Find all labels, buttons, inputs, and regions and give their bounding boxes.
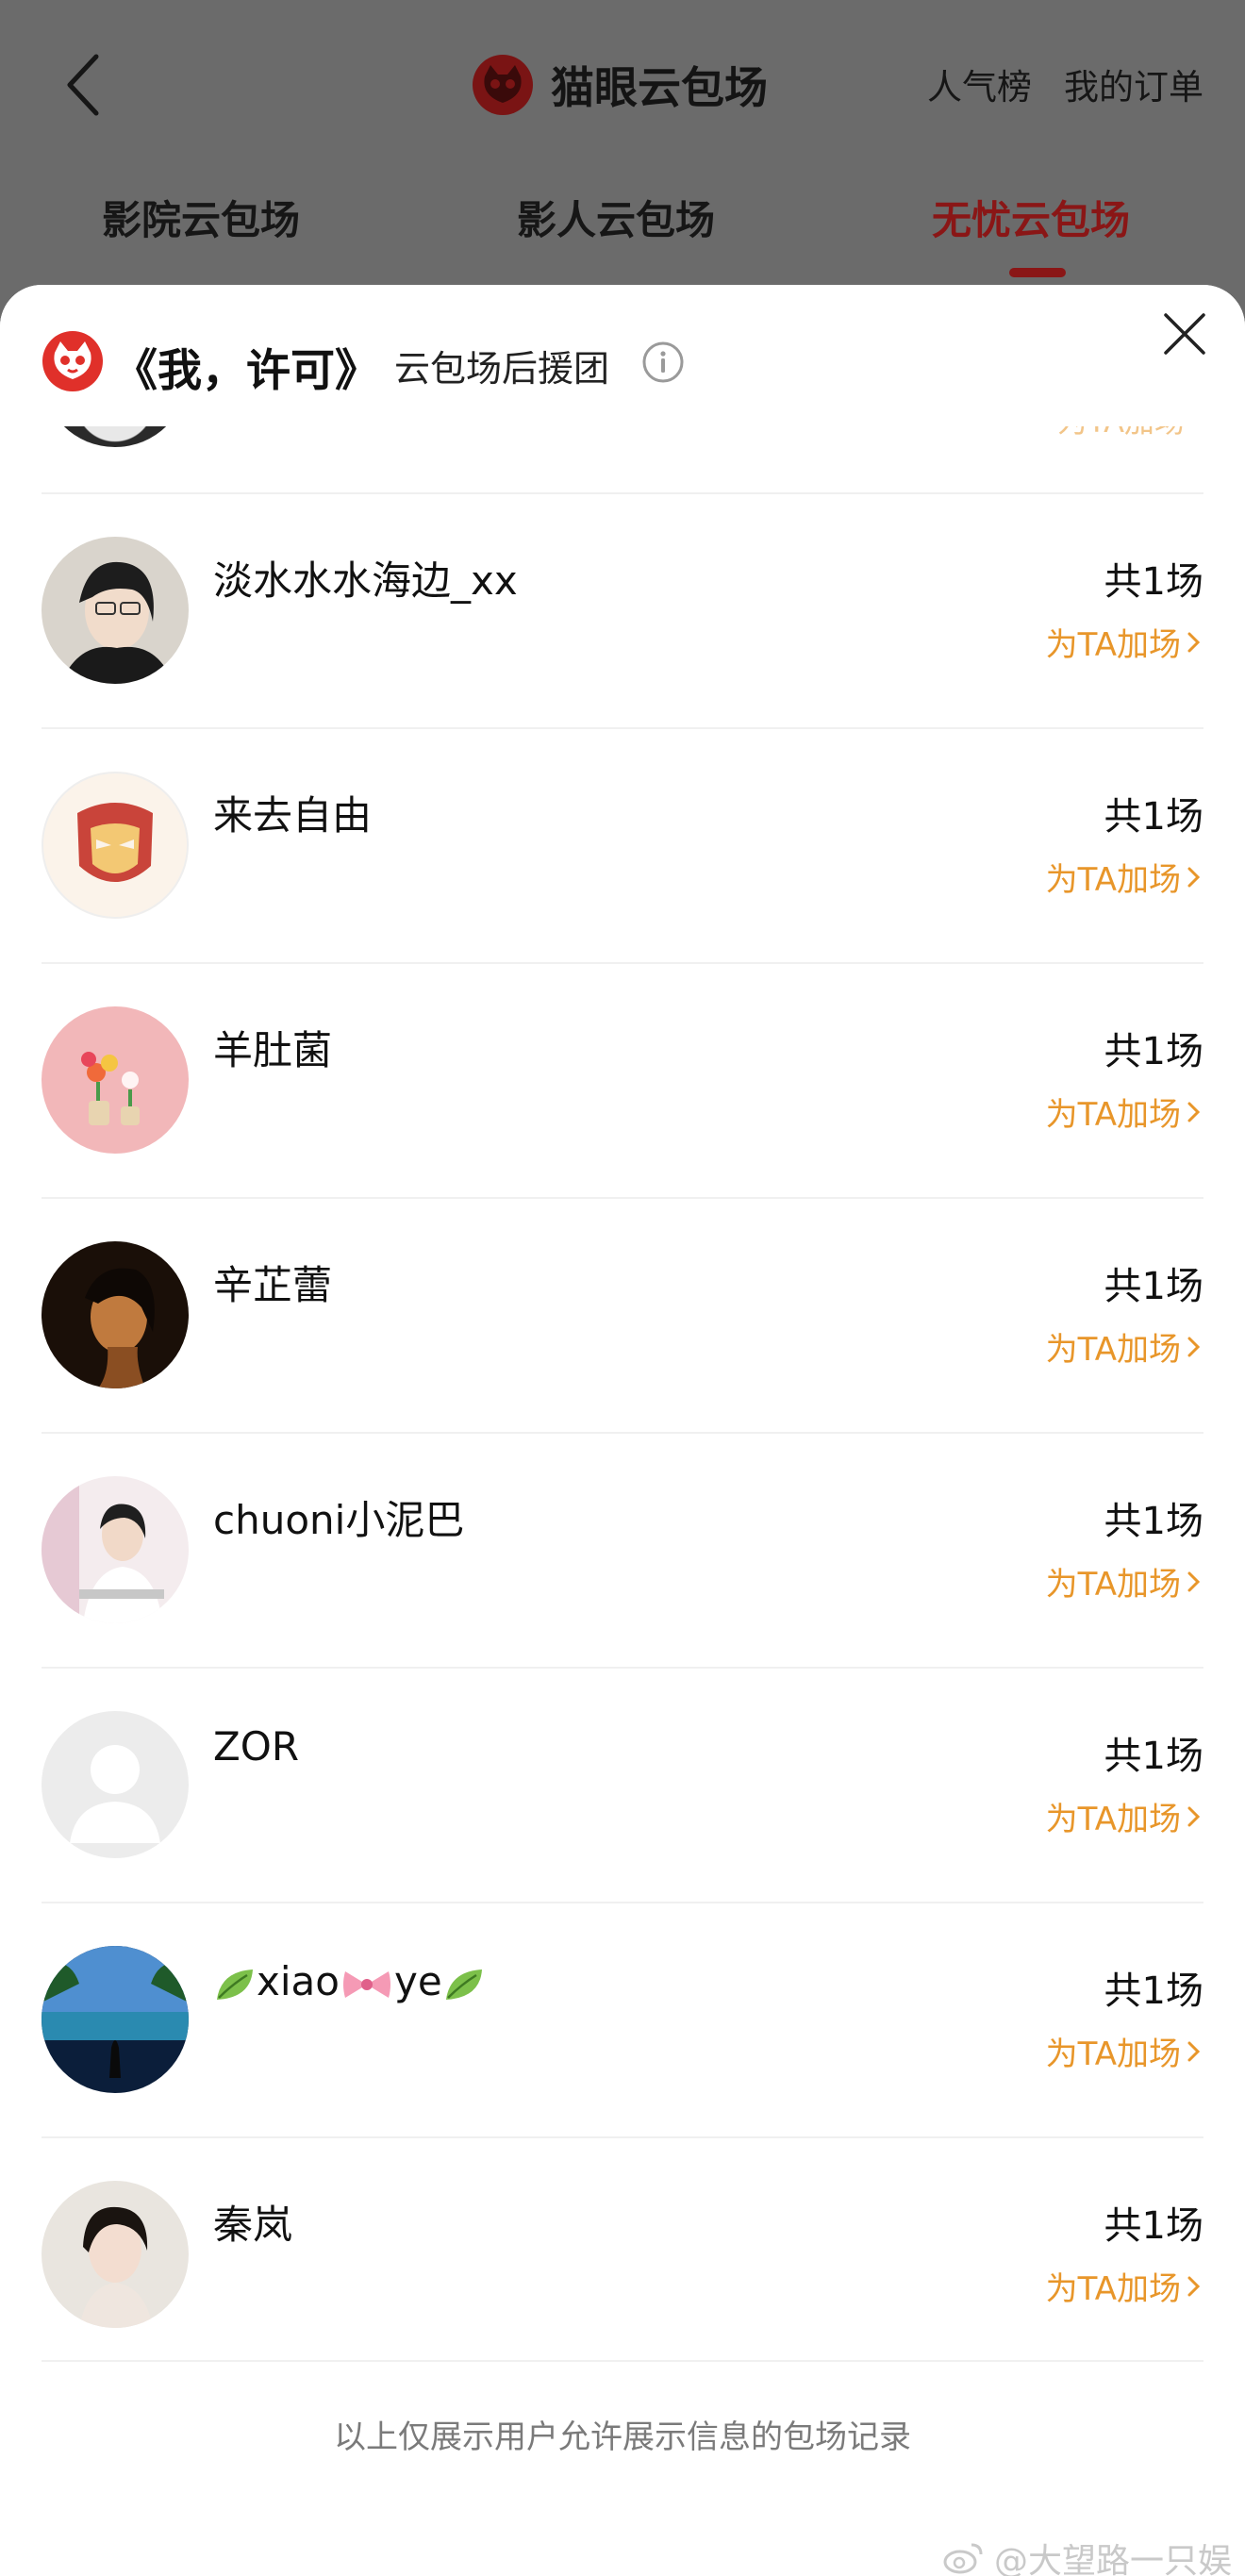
screening-count: 共1场 xyxy=(1104,1969,1204,2013)
top-links: 人气榜 我的订单 xyxy=(927,58,1204,109)
list-item[interactable]: 辛芷蕾 共1场 为TA加场 xyxy=(42,1197,1204,1432)
list-item[interactable]: 秦岚 共1场 为TA加场 xyxy=(42,2136,1204,2371)
screening-count: 共1场 xyxy=(1104,2204,1204,2248)
list-item[interactable]: 羊肚菌 共1场 为TA加场 xyxy=(42,962,1204,1197)
supporter-name-part: ye xyxy=(393,1958,442,2004)
add-screening-label: 为TA加场 xyxy=(1045,1566,1181,1604)
add-screening-link[interactable]: 为TA加场 xyxy=(1046,619,1204,665)
list-item[interactable]: chuoni小泥巴 共1场 为TA加场 xyxy=(42,1432,1204,1667)
chevron-right-icon xyxy=(1187,867,1201,887)
avatar xyxy=(42,1476,189,1623)
tab-star-cloud[interactable]: 影人云包场 xyxy=(517,189,715,246)
ribbon-bow-emoji-icon xyxy=(342,1970,390,1998)
weibo-logo-icon xyxy=(943,2543,983,2574)
chevron-right-icon xyxy=(1187,2276,1201,2296)
list-item[interactable]: 来去自由 共1场 为TA加场 xyxy=(42,727,1204,962)
tab-bar: 影院云包场 影人云包场 无忧云包场 xyxy=(0,170,1245,283)
app-title-text: 猫眼云包场 xyxy=(551,62,768,113)
avatar xyxy=(42,1006,189,1154)
tab-cinema-cloud[interactable]: 影院云包场 xyxy=(102,189,300,246)
supporter-name: xiao ye xyxy=(213,1958,486,2004)
avatar xyxy=(42,537,189,684)
screening-count: 共1场 xyxy=(1104,1500,1204,1543)
add-screening-label: 为TA加场 xyxy=(1045,861,1181,899)
watermark-text: @大望路一只娱 xyxy=(993,2542,1232,2576)
movie-title: 《我，许可》 xyxy=(113,345,379,397)
supporter-name: 淡水水水海边_xx xyxy=(213,557,518,604)
add-screening-label: 为TA加场 xyxy=(1045,1096,1181,1134)
supporters-sheet: 为TA加场 《我，许可》 云包场后援团 xyxy=(0,285,1245,2576)
back-arrow-icon[interactable] xyxy=(58,49,115,121)
list-item[interactable]: ZOR 共1场 为TA加场 xyxy=(42,1667,1204,1902)
list-item[interactable]: 淡水水水海边_xx 共1场 为TA加场 xyxy=(42,492,1204,727)
info-icon[interactable] xyxy=(641,341,685,384)
sheet-subtitle: 云包场后援团 xyxy=(394,348,610,390)
top-bar: 猫眼云包场 人气榜 我的订单 xyxy=(0,0,1245,170)
screening-count: 共1场 xyxy=(1104,1030,1204,1073)
chevron-right-icon xyxy=(1187,2041,1201,2061)
avatar xyxy=(42,1241,189,1388)
avatar xyxy=(42,772,189,919)
add-screening-link[interactable]: 为TA加场 xyxy=(1046,1793,1204,1839)
avatar xyxy=(42,1711,189,1858)
add-screening-link[interactable]: 为TA加场 xyxy=(1046,854,1204,900)
supporter-name: ZOR xyxy=(213,1723,300,1770)
chevron-right-icon xyxy=(1187,1337,1201,1356)
supporter-name: 辛芷蕾 xyxy=(213,1262,333,1308)
add-screening-label: 为TA加场 xyxy=(1045,626,1181,664)
tab-worry-free-cloud[interactable]: 无忧云包场 xyxy=(932,189,1130,246)
chevron-right-icon xyxy=(1187,632,1201,652)
add-screening-label: 为TA加场 xyxy=(1045,1331,1181,1369)
screening-count: 共1场 xyxy=(1104,1265,1204,1308)
supporters-list: 淡水水水海边_xx 共1场 为TA加场 来去自由 共1场 为TA加场 羊肚菌 共… xyxy=(42,492,1204,2371)
add-screening-link[interactable]: 为TA加场 xyxy=(1046,1089,1204,1135)
supporter-name-part: xiao xyxy=(257,1958,340,2004)
maoyan-cat-logo-icon xyxy=(42,331,103,391)
screening-count: 共1场 xyxy=(1104,795,1204,839)
list-item[interactable]: xiao ye 共1场 为TA加场 xyxy=(42,1902,1204,2136)
app-title: 猫眼云包场 xyxy=(472,49,768,121)
divider xyxy=(42,2360,1204,2362)
close-icon[interactable] xyxy=(1160,309,1209,358)
maoyan-cat-logo-icon xyxy=(473,55,533,115)
leaf-emoji-icon xyxy=(445,1969,482,2000)
popularity-ranking-link[interactable]: 人气榜 xyxy=(927,58,1032,109)
leaf-emoji-icon xyxy=(217,1969,253,2000)
add-screening-link[interactable]: 为TA加场 xyxy=(1046,2028,1204,2074)
add-screening-link[interactable]: 为TA加场 xyxy=(1046,2263,1204,2309)
add-screening-link[interactable]: 为TA加场 xyxy=(1046,1323,1204,1370)
my-orders-link[interactable]: 我的订单 xyxy=(1064,58,1204,109)
supporter-name: 来去自由 xyxy=(213,792,373,839)
watermark: @大望路一只娱 xyxy=(943,2534,1232,2576)
supporter-name: 秦岚 xyxy=(213,2202,293,2248)
add-screening-label: 为TA加场 xyxy=(1045,2036,1181,2073)
supporter-name: 羊肚菌 xyxy=(213,1027,333,1073)
supporter-name: chuoni小泥巴 xyxy=(213,1497,465,1543)
active-tab-indicator xyxy=(1009,268,1066,277)
avatar xyxy=(42,2181,189,2328)
privacy-footnote: 以上仅展示用户允许展示信息的包场记录 xyxy=(334,2418,911,2456)
add-screening-label: 为TA加场 xyxy=(1045,2270,1181,2308)
screening-count: 共1场 xyxy=(1104,1735,1204,1778)
avatar xyxy=(42,1946,189,2093)
sheet-header: 《我，许可》 云包场后援团 xyxy=(0,285,1245,426)
chevron-right-icon xyxy=(1187,1806,1201,1826)
screening-count: 共1场 xyxy=(1104,560,1204,604)
add-screening-label: 为TA加场 xyxy=(1045,1801,1181,1838)
add-screening-link[interactable]: 为TA加场 xyxy=(1046,1558,1204,1604)
chevron-right-icon xyxy=(1187,1571,1201,1591)
chevron-right-icon xyxy=(1187,1102,1201,1122)
